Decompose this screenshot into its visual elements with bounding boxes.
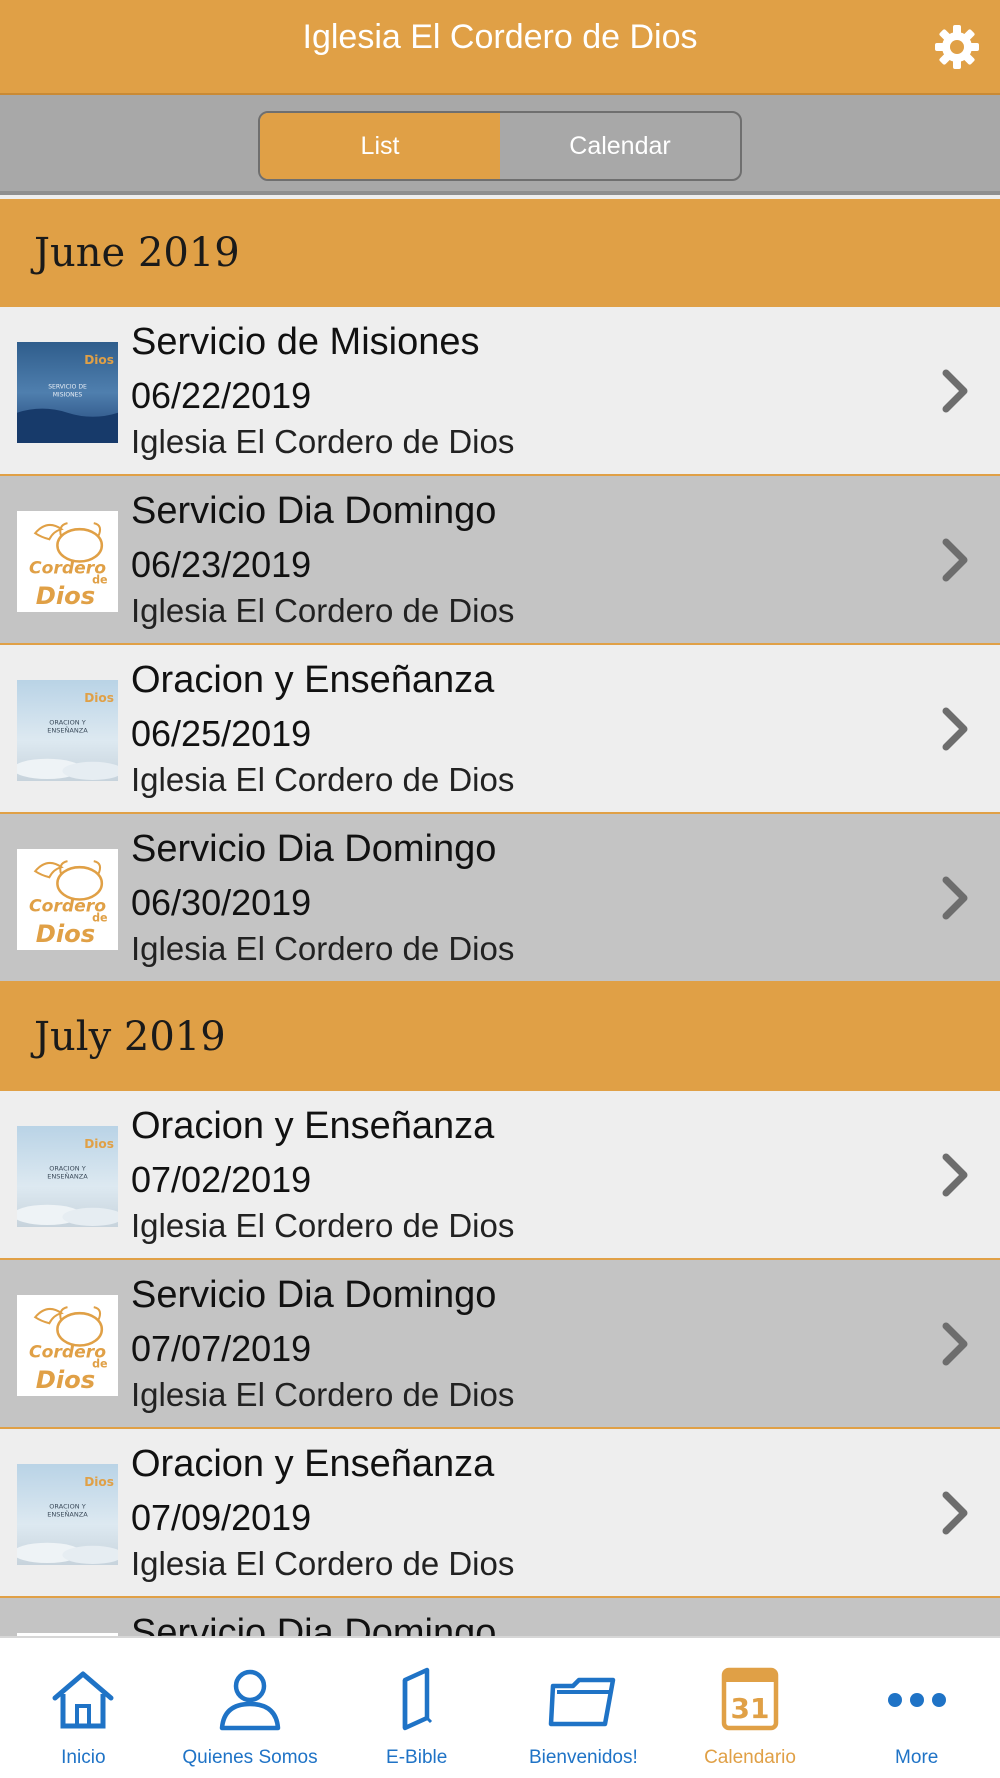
oracion-thumbnail: Dios ORACION Y ENSEÑANZA xyxy=(17,1126,118,1227)
view-switcher-bar: List Calendar xyxy=(0,95,1000,195)
more-icon xyxy=(881,1638,953,1737)
church-logo-thumbnail: CorderodeDios xyxy=(17,849,118,950)
event-location: Iglesia El Cordero de Dios xyxy=(131,930,515,967)
svg-text:Dios: Dios xyxy=(84,691,114,705)
event-row[interactable]: Cordero de Dios Servicio Dia Domingo 06/23/2… xyxy=(0,476,1000,645)
tab-label: Bienvenidos! xyxy=(528,1747,638,1768)
church-logo-thumbnail: CorderodeDios xyxy=(17,1295,118,1396)
event-date: 07/07/2019 xyxy=(131,1328,312,1369)
misiones-thumbnail: Dios SERVICIO DE MISIONES xyxy=(17,342,118,443)
oracion-thumbnail: Dios ORACION Y ENSEÑANZA xyxy=(17,1464,118,1565)
folder-icon xyxy=(547,1638,619,1737)
chevron-right-icon xyxy=(942,1153,968,1197)
home-icon xyxy=(47,1638,119,1737)
event-location: Iglesia El Cordero de Dios xyxy=(131,423,515,460)
book-icon xyxy=(381,1638,453,1737)
calendar-icon: 31 xyxy=(714,1638,786,1737)
event-title: Servicio Dia Domingo xyxy=(131,1274,497,1316)
event-row[interactable]: CorderodeDiosServicio Dia Domingo xyxy=(0,1598,1000,1636)
tab-label: More xyxy=(895,1747,939,1768)
svg-text:31: 31 xyxy=(731,1692,770,1725)
church-logo-thumbnail: CorderodeDios xyxy=(17,511,118,612)
event-title: Oracion y Enseñanza xyxy=(131,1105,495,1147)
tab-label: Quienes Somos xyxy=(182,1747,318,1768)
tab-more[interactable]: More xyxy=(833,1638,1000,1778)
tab-calendario[interactable]: 31 Calendario xyxy=(667,1638,834,1778)
tab-e-bible[interactable]: E-Bible xyxy=(333,1638,500,1778)
gear-icon[interactable] xyxy=(932,22,982,72)
event-title: Servicio de Misiones xyxy=(131,321,480,363)
svg-text:Dios: Dios xyxy=(36,919,96,948)
month-header: June 2019 xyxy=(0,199,1000,307)
chevron-right-icon xyxy=(942,1491,968,1535)
person-icon xyxy=(214,1638,286,1737)
svg-text:Dios: Dios xyxy=(84,1137,114,1151)
page-title: Iglesia El Cordero de Dios xyxy=(302,18,698,56)
app-header: Iglesia El Cordero de Dios xyxy=(0,0,1000,95)
event-date: 07/02/2019 xyxy=(131,1159,312,1200)
event-row[interactable]: Dios ORACION Y ENSEÑANZA Oracion y Enseñanz… xyxy=(0,1429,1000,1598)
svg-text:ENSEÑANZA: ENSEÑANZA xyxy=(47,1172,88,1181)
event-row[interactable]: Dios ORACION Y ENSEÑANZA Oracion y Enseñanz… xyxy=(0,645,1000,814)
svg-text:SERVICIO DE: SERVICIO DE xyxy=(48,383,87,390)
list-tab[interactable]: List xyxy=(260,113,500,179)
chevron-right-icon xyxy=(942,1322,968,1366)
svg-text:Dios: Dios xyxy=(84,1475,114,1489)
svg-text:MISIONES: MISIONES xyxy=(53,392,83,399)
svg-text:Dios: Dios xyxy=(36,1365,96,1394)
chevron-right-icon xyxy=(942,876,968,920)
chevron-right-icon xyxy=(942,707,968,751)
svg-text:ENSEÑANZA: ENSEÑANZA xyxy=(47,1510,88,1519)
event-location: Iglesia El Cordero de Dios xyxy=(131,1207,515,1244)
event-title: Servicio Dia Domingo xyxy=(131,490,497,532)
tab-label: Inicio xyxy=(61,1747,106,1768)
event-row[interactable]: Cordero de Dios Servicio Dia Domingo 07/07/2… xyxy=(0,1260,1000,1429)
event-location: Iglesia El Cordero de Dios xyxy=(131,761,515,798)
tab-label: Calendario xyxy=(704,1747,796,1768)
event-date: 06/23/2019 xyxy=(131,544,312,585)
svg-text:ENSEÑANZA: ENSEÑANZA xyxy=(47,726,88,735)
svg-text:ORACION Y: ORACION Y xyxy=(49,1502,86,1510)
event-date: 06/25/2019 xyxy=(131,713,312,754)
chevron-right-icon xyxy=(942,369,968,413)
event-title: Servicio Dia Domingo xyxy=(131,828,497,870)
event-date: 06/22/2019 xyxy=(131,375,312,416)
bottom-tab-bar: Inicio Quienes Somos E-Bible Bienvenidos! 31… xyxy=(0,1636,1000,1778)
tab-inicio[interactable]: Inicio xyxy=(0,1638,167,1778)
event-location: Iglesia El Cordero de Dios xyxy=(131,592,515,629)
svg-text:ORACION Y: ORACION Y xyxy=(49,1164,86,1172)
event-date: 07/09/2019 xyxy=(131,1497,312,1538)
event-title: Servicio Dia Domingo xyxy=(131,1612,497,1636)
event-date: 06/30/2019 xyxy=(131,882,312,923)
tab-bienvenidos[interactable]: Bienvenidos! xyxy=(500,1638,667,1778)
event-row[interactable]: Dios ORACION Y ENSEÑANZA Oracion y Enseñanz… xyxy=(0,1091,1000,1260)
event-title: Oracion y Enseñanza xyxy=(131,659,495,701)
tab-label: E-Bible xyxy=(386,1747,448,1768)
event-row[interactable]: Cordero de Dios Servicio Dia Domingo 06/30/2… xyxy=(0,814,1000,983)
event-list[interactable]: June 2019 Dios SERVICIO DE MISIONES Servicio… xyxy=(0,199,1000,1636)
svg-text:ORACION Y: ORACION Y xyxy=(49,718,86,726)
event-title: Oracion y Enseñanza xyxy=(131,1443,495,1485)
month-header: July 2019 xyxy=(0,983,1000,1091)
svg-text:Dios: Dios xyxy=(36,581,96,610)
event-location: Iglesia El Cordero de Dios xyxy=(131,1545,515,1582)
view-switcher: List Calendar xyxy=(258,111,742,181)
tab-quienes-somos[interactable]: Quienes Somos xyxy=(167,1638,334,1778)
event-location: Iglesia El Cordero de Dios xyxy=(131,1376,515,1413)
chevron-right-icon xyxy=(942,538,968,582)
calendar-tab[interactable]: Calendar xyxy=(500,113,740,179)
svg-text:Dios: Dios xyxy=(84,353,114,367)
oracion-thumbnail: Dios ORACION Y ENSEÑANZA xyxy=(17,680,118,781)
event-row[interactable]: Dios SERVICIO DE MISIONES Servicio de Misio… xyxy=(0,307,1000,476)
